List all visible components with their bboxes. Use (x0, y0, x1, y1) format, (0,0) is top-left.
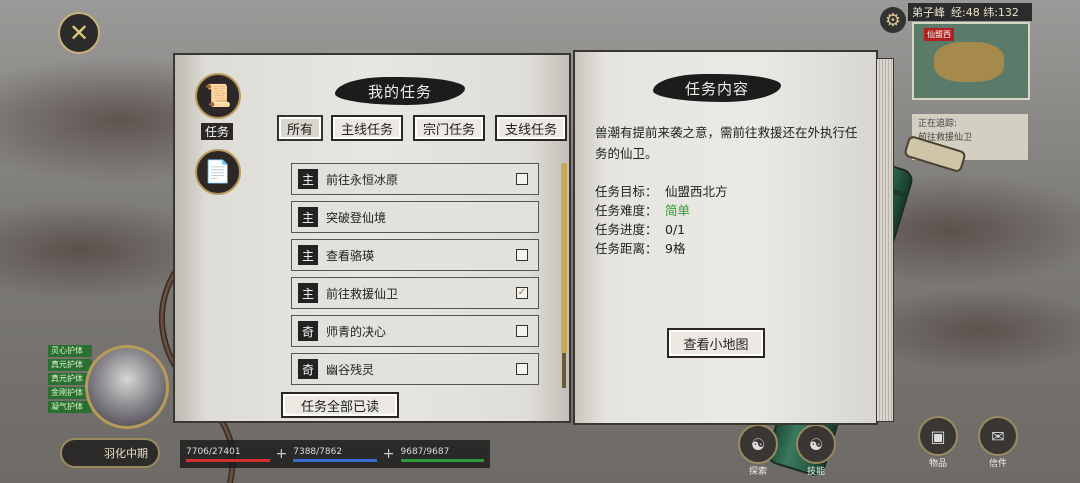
settings-gear-icon[interactable]: ⚙ (880, 7, 906, 33)
quest-progress-label: 任务进度： (595, 222, 658, 237)
quest-type-tag: 主 (298, 245, 318, 265)
hp-bar (186, 458, 270, 462)
mp-value: 7388/7862 (293, 446, 343, 457)
explore-icon: ☯ (738, 424, 778, 464)
quest-list-page: 📜 任务 📄 我的任务 所有 主线任务 宗门任务 支线任务 主 前往永恒冰原 主… (173, 53, 571, 423)
quest-book-panel: 📜 任务 📄 我的任务 所有 主线任务 宗门任务 支线任务 主 前往永恒冰原 主… (173, 50, 894, 425)
quest-item[interactable]: 奇 师青的决心 (291, 315, 539, 347)
filter-side[interactable]: 支线任务 (495, 115, 567, 141)
quest-info: 任务目标： 仙盟西北方 任务难度： 简单 任务进度： 0/1 任务距离： 9格 (595, 182, 728, 258)
quest-name: 前往救援仙卫 (326, 286, 399, 301)
mail-label: 信件 (988, 459, 1007, 469)
book-page-edge (876, 58, 894, 422)
tracker-title: 正在追踪: (918, 119, 958, 129)
minimap-region-tag: 仙盟西 (924, 28, 954, 41)
quest-detail-title: 任务内容 (653, 74, 781, 102)
quest-type-tag: 奇 (298, 359, 318, 379)
filter-main[interactable]: 主线任务 (331, 115, 403, 141)
realm-badge[interactable]: 羽化中期 (60, 438, 160, 468)
mp-stat: 7388/7862 (293, 447, 377, 462)
quest-name: 师青的决心 (326, 324, 387, 339)
quest-checkbox[interactable] (516, 325, 528, 337)
quest-name: 幽谷残灵 (326, 362, 375, 377)
close-icon: ✕ (68, 19, 90, 47)
quest-target-label: 任务目标： (595, 184, 658, 199)
hp-value: 7706/27401 (186, 446, 241, 457)
quest-description: 兽潮有提前来袭之意，需前往救援还在外执行任务的仙卫。 (595, 125, 858, 161)
mark-all-read-button[interactable]: 任务全部已读 (281, 392, 399, 418)
scroll-icon: 📜 (204, 83, 232, 109)
skill-label: 技能 (806, 467, 825, 477)
quest-type-tag: 主 (298, 207, 318, 227)
quest-name: 突破登仙境 (326, 210, 387, 225)
location-coords: 经:48 纬:132 (951, 6, 1019, 19)
mp-bar (293, 458, 377, 462)
location-name: 弟子峰 (912, 6, 945, 19)
tab-quests[interactable]: 📜 (195, 73, 241, 119)
tab-documents[interactable]: 📄 (195, 149, 241, 195)
quest-item[interactable]: 主 查看骆瑛 (291, 239, 539, 271)
bag-label: 物品 (928, 459, 947, 469)
bag-button[interactable]: ▣ 物品 (918, 416, 958, 469)
player-avatar[interactable] (85, 345, 169, 429)
quest-progress-row: 任务进度： 0/1 (595, 220, 728, 239)
quest-type-tag: 主 (298, 283, 318, 303)
stamina-bar (400, 458, 485, 462)
filter-sect[interactable]: 宗门任务 (413, 115, 485, 141)
bag-icon: ▣ (918, 416, 958, 456)
explore-button[interactable]: ☯ 探索 (738, 424, 778, 477)
document-icon: 📄 (204, 159, 232, 185)
quest-checkbox[interactable] (516, 363, 528, 375)
quest-name: 查看骆瑛 (326, 248, 375, 263)
quest-list-title: 我的任务 (335, 77, 465, 105)
quest-difficulty-value: 简单 (665, 203, 691, 218)
quest-distance-row: 任务距离： 9格 (595, 239, 728, 258)
minimap[interactable]: 仙盟西 (912, 22, 1030, 100)
stamina-value: 9687/9687 (400, 446, 450, 457)
quest-list[interactable]: 主 前往永恒冰原 主 突破登仙境 主 查看骆瑛 主 前往救援仙卫 ✓ 奇 师青的… (291, 163, 539, 388)
add-mp-icon[interactable]: + (383, 446, 395, 462)
quest-type-tag: 奇 (298, 321, 318, 341)
view-minimap-button[interactable]: 查看小地图 (667, 328, 765, 358)
explore-label: 探索 (748, 467, 767, 477)
mail-icon: ✉ (978, 416, 1018, 456)
quest-target-row: 任务目标： 仙盟西北方 (595, 182, 728, 201)
minimap-terrain (934, 42, 1004, 82)
quest-item[interactable]: 奇 幽谷残灵 (291, 353, 539, 385)
quest-checkbox[interactable] (516, 249, 528, 261)
quest-difficulty-row: 任务难度： 简单 (595, 201, 728, 220)
stats-bar: 7706/27401 + 7388/7862 + 9687/9687 (180, 440, 490, 468)
quest-item-selected[interactable]: 主 前往救援仙卫 ✓ (291, 277, 539, 309)
filter-all[interactable]: 所有 (277, 115, 323, 141)
quest-progress-value: 0/1 (665, 222, 686, 237)
quest-target-value: 仙盟西北方 (665, 184, 728, 199)
quest-item[interactable]: 主 前往永恒冰原 (291, 163, 539, 195)
close-button[interactable]: ✕ (58, 12, 100, 54)
location-bar: 弟子峰 经:48 纬:132 (908, 3, 1032, 21)
quest-distance-label: 任务距离： (595, 241, 658, 256)
buff-item: 灵心护体 (48, 345, 92, 357)
realm-label: 羽化中期 (104, 447, 148, 460)
quest-type-tag: 主 (298, 169, 318, 189)
quest-detail-page: 任务内容 兽潮有提前来袭之意，需前往救援还在外执行任务的仙卫。 任务目标： 仙盟西… (573, 50, 878, 425)
quest-item[interactable]: 主 突破登仙境 (291, 201, 539, 233)
add-hp-icon[interactable]: + (276, 446, 288, 462)
quest-checkbox-checked[interactable]: ✓ (516, 287, 528, 299)
stamina-stat: 9687/9687 (400, 446, 485, 462)
tab-quests-label: 任务 (201, 123, 234, 140)
quest-distance-value: 9格 (665, 241, 686, 256)
quest-difficulty-label: 任务难度： (595, 203, 658, 218)
buff-item: 真元护体 (48, 359, 92, 371)
quest-name: 前往永恒冰原 (326, 172, 399, 187)
quest-list-scroll-thumb[interactable] (561, 163, 567, 353)
hp-stat: 7706/27401 (186, 447, 270, 462)
mail-button[interactable]: ✉ 信件 (978, 416, 1018, 469)
quest-checkbox[interactable] (516, 173, 528, 185)
skill-button[interactable]: ☯ 技能 (796, 424, 836, 477)
buff-item: 凝气护体 (48, 401, 92, 413)
skill-icon: ☯ (796, 424, 836, 464)
